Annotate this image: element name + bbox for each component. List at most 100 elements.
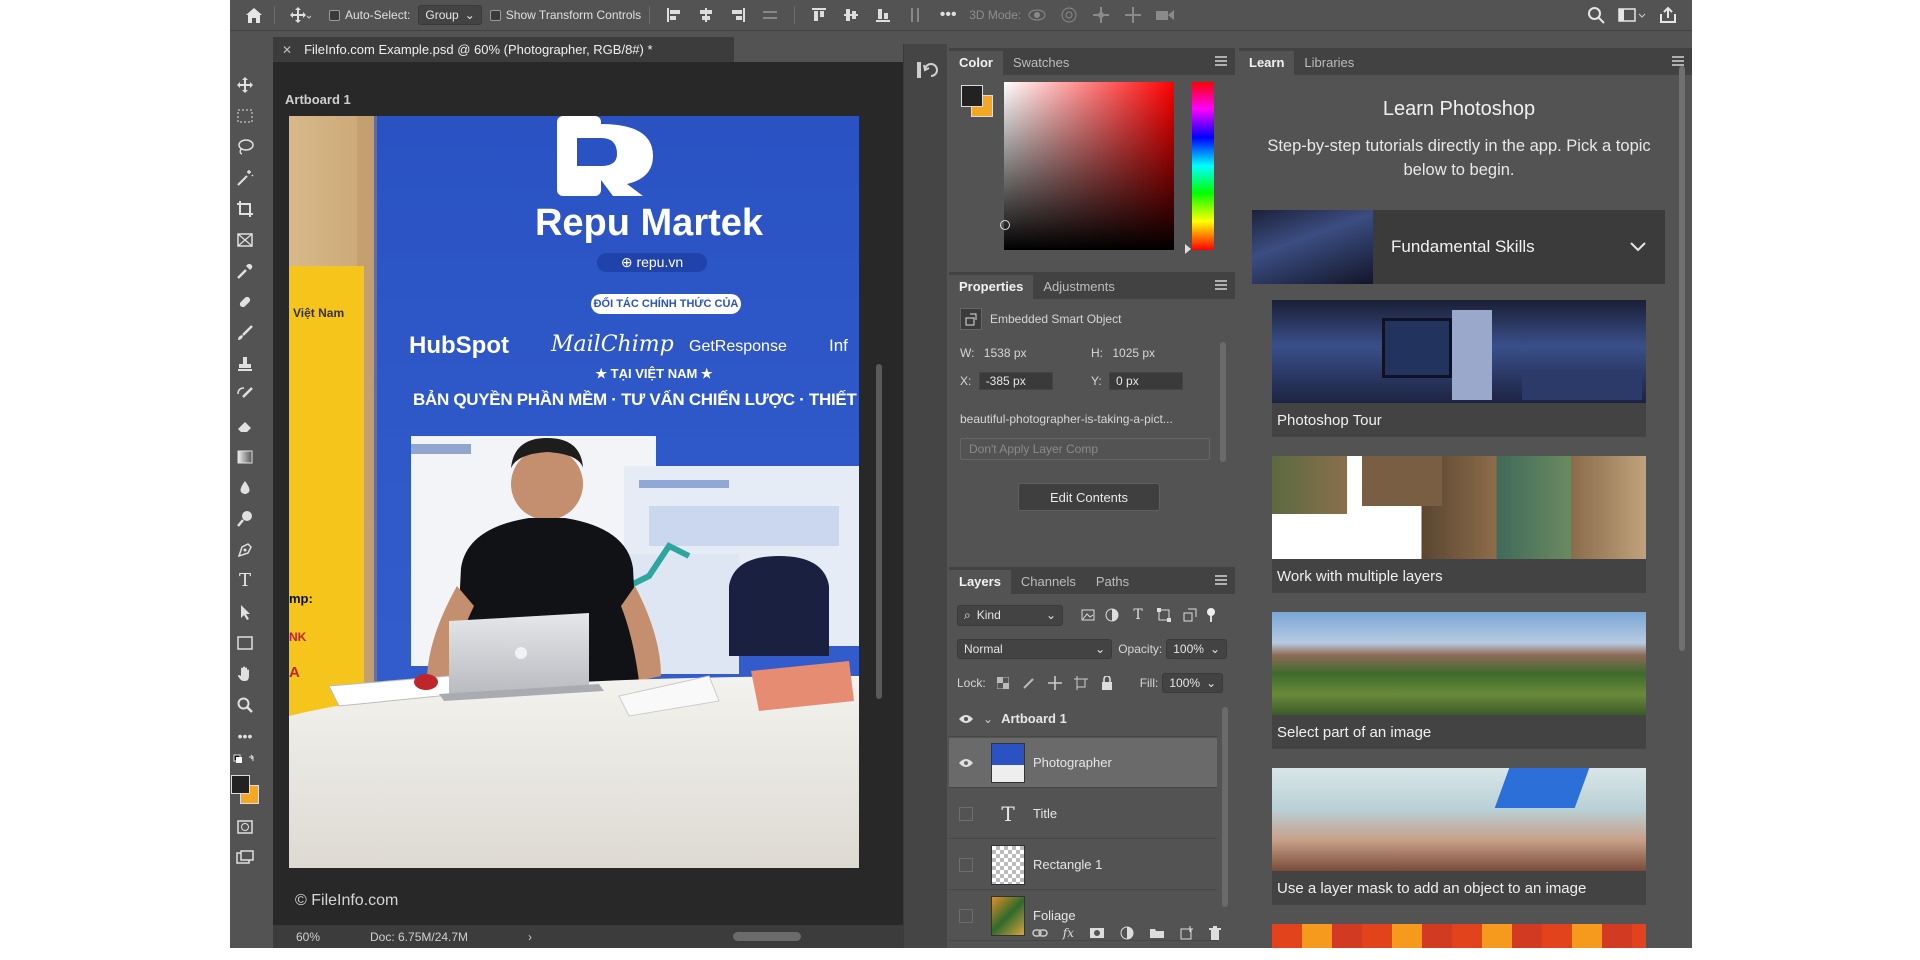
move-tool-icon[interactable] xyxy=(230,69,260,100)
quick-mask-icon[interactable] xyxy=(230,811,260,842)
blur-tool-icon[interactable] xyxy=(230,472,260,503)
layer-style-icon[interactable]: fx xyxy=(1063,926,1074,940)
layer-row-title[interactable]: T Title xyxy=(949,789,1217,839)
layer-row-photographer[interactable]: Photographer xyxy=(949,738,1217,788)
link-layers-icon[interactable] xyxy=(1032,928,1048,938)
lock-artboard-icon[interactable] xyxy=(1068,676,1094,690)
visibility-toggle[interactable] xyxy=(949,806,983,821)
y-position-field[interactable]: 0 px xyxy=(1109,372,1184,390)
auto-select-toggle[interactable]: Auto-Select: xyxy=(329,0,410,31)
panel-menu-icon[interactable] xyxy=(1215,56,1227,66)
filter-type-icon[interactable]: T xyxy=(1125,607,1151,623)
filter-toggle-icon[interactable] xyxy=(1203,608,1219,622)
tutorial-card-tour[interactable]: Photoshop Tour xyxy=(1272,300,1646,437)
eyedropper-tool-icon[interactable] xyxy=(230,255,260,286)
panel-menu-icon[interactable] xyxy=(1215,575,1227,585)
align-top-icon[interactable] xyxy=(803,0,835,31)
height-value[interactable]: 1025 px xyxy=(1112,346,1155,360)
tab-swatches[interactable]: Swatches xyxy=(1003,51,1079,75)
panel-menu-icon[interactable] xyxy=(1215,280,1227,290)
horizontal-scrollbar-thumb[interactable] xyxy=(733,932,801,941)
auto-select-dropdown[interactable]: Group ⌄ xyxy=(418,5,482,25)
type-tool-icon[interactable]: T xyxy=(230,565,260,596)
workspace-icon[interactable] xyxy=(1612,0,1652,31)
clone-stamp-tool-icon[interactable] xyxy=(230,348,260,379)
layer-filter-dropdown[interactable]: ⌕ Kind ⌄ xyxy=(957,604,1063,626)
path-selection-tool-icon[interactable] xyxy=(230,596,260,627)
artboard-photo[interactable]: Repu Martek ⊕ repu.vn ĐỐI TÁC CHÍNH THỨC… xyxy=(289,116,859,868)
tab-learn[interactable]: Learn xyxy=(1239,51,1295,75)
eye-icon[interactable] xyxy=(949,714,983,724)
distribute-vertical-icon[interactable] xyxy=(899,0,931,31)
add-mask-icon[interactable] xyxy=(1089,927,1105,939)
align-left-icon[interactable] xyxy=(658,0,690,31)
tutorial-card-next[interactable] xyxy=(1272,924,1646,948)
properties-scrollbar[interactable] xyxy=(1219,342,1227,522)
align-center-icon[interactable] xyxy=(690,0,722,31)
document-tab[interactable]: ✕ FileInfo.com Example.psd @ 60% (Photog… xyxy=(273,37,734,62)
tutorial-card-mask[interactable]: Use a layer mask to add an object to an … xyxy=(1272,768,1646,905)
new-layer-icon[interactable] xyxy=(1180,926,1194,940)
lock-position-icon[interactable] xyxy=(1042,676,1068,690)
new-group-icon[interactable] xyxy=(1149,927,1165,939)
width-value[interactable]: 1538 px xyxy=(984,346,1027,360)
marquee-tool-icon[interactable] xyxy=(230,100,260,131)
layer-row-rectangle[interactable]: Rectangle 1 xyxy=(949,840,1217,890)
layer-row-artboard[interactable]: ⌄ Artboard 1 xyxy=(949,701,1217,737)
lasso-tool-icon[interactable] xyxy=(230,131,260,162)
layers-scrollbar[interactable] xyxy=(1221,707,1229,917)
share-icon[interactable] xyxy=(1652,0,1684,31)
filter-shape-icon[interactable] xyxy=(1151,608,1177,622)
history-brush-tool-icon[interactable] xyxy=(230,379,260,410)
tab-paths[interactable]: Paths xyxy=(1086,570,1139,594)
screen-mode-icon[interactable] xyxy=(230,842,260,873)
brush-tool-icon[interactable] xyxy=(230,317,260,348)
frame-tool-icon[interactable] xyxy=(230,224,260,255)
more-options-icon[interactable]: ••• xyxy=(931,0,965,31)
history-panel-icon[interactable] xyxy=(916,59,938,81)
magic-wand-tool-icon[interactable] xyxy=(230,162,260,193)
healing-brush-tool-icon[interactable] xyxy=(230,286,260,317)
scrollbar-thumb[interactable] xyxy=(1679,66,1685,651)
chevron-right-icon[interactable]: › xyxy=(528,930,532,944)
tab-properties[interactable]: Properties xyxy=(949,275,1034,299)
tab-channels[interactable]: Channels xyxy=(1011,570,1086,594)
gradient-tool-icon[interactable] xyxy=(230,441,260,472)
default-colors-icon[interactable] xyxy=(230,751,260,771)
align-bottom-icon[interactable] xyxy=(867,0,899,31)
move-tool-icon[interactable] xyxy=(283,0,317,31)
chevron-down-icon[interactable] xyxy=(1629,241,1647,253)
edit-contents-button[interactable]: Edit Contents xyxy=(1018,483,1160,511)
hue-slider-handle[interactable] xyxy=(1185,244,1191,254)
chevron-down-icon[interactable]: ⌄ xyxy=(983,712,993,726)
lock-all-icon[interactable] xyxy=(1094,676,1120,690)
crop-tool-icon[interactable] xyxy=(230,193,260,224)
tab-libraries[interactable]: Libraries xyxy=(1294,51,1364,75)
transform-controls-toggle[interactable]: Show Transform Controls xyxy=(489,0,641,31)
zoom-tool-icon[interactable] xyxy=(230,689,260,720)
align-right-icon[interactable] xyxy=(722,0,754,31)
color-saturation-field[interactable] xyxy=(1000,82,1174,250)
panel-menu-icon[interactable] xyxy=(1672,56,1684,66)
opacity-field[interactable]: 100% ⌄ xyxy=(1166,639,1227,659)
hand-tool-icon[interactable] xyxy=(230,658,260,689)
canvas-vertical-scrollbar[interactable] xyxy=(875,124,883,924)
scrollbar-thumb[interactable] xyxy=(876,364,882,699)
home-icon[interactable] xyxy=(242,0,266,31)
auto-select-checkbox[interactable] xyxy=(329,9,340,21)
filter-pixel-icon[interactable] xyxy=(1077,609,1099,621)
x-position-field[interactable]: -385 px xyxy=(978,372,1053,390)
scrollbar-thumb[interactable] xyxy=(1220,342,1226,462)
fill-field[interactable]: 100% ⌄ xyxy=(1162,673,1224,693)
pen-tool-icon[interactable] xyxy=(230,534,260,565)
dodge-tool-icon[interactable] xyxy=(230,503,260,534)
foreground-color-swatch[interactable] xyxy=(231,775,250,794)
canvas-area[interactable]: Artboard 1 Repu Martek ⊕ repu.vn ĐỐI TÁC… xyxy=(273,62,903,925)
eye-icon[interactable] xyxy=(949,758,983,768)
blend-mode-dropdown[interactable]: Normal ⌄ xyxy=(957,639,1113,659)
adjustment-layer-icon[interactable] xyxy=(1120,926,1134,940)
eraser-tool-icon[interactable] xyxy=(230,410,260,441)
lock-transparent-icon[interactable] xyxy=(990,677,1016,689)
more-tools-icon[interactable]: ••• xyxy=(230,720,260,751)
filter-adjustment-icon[interactable] xyxy=(1099,608,1125,622)
